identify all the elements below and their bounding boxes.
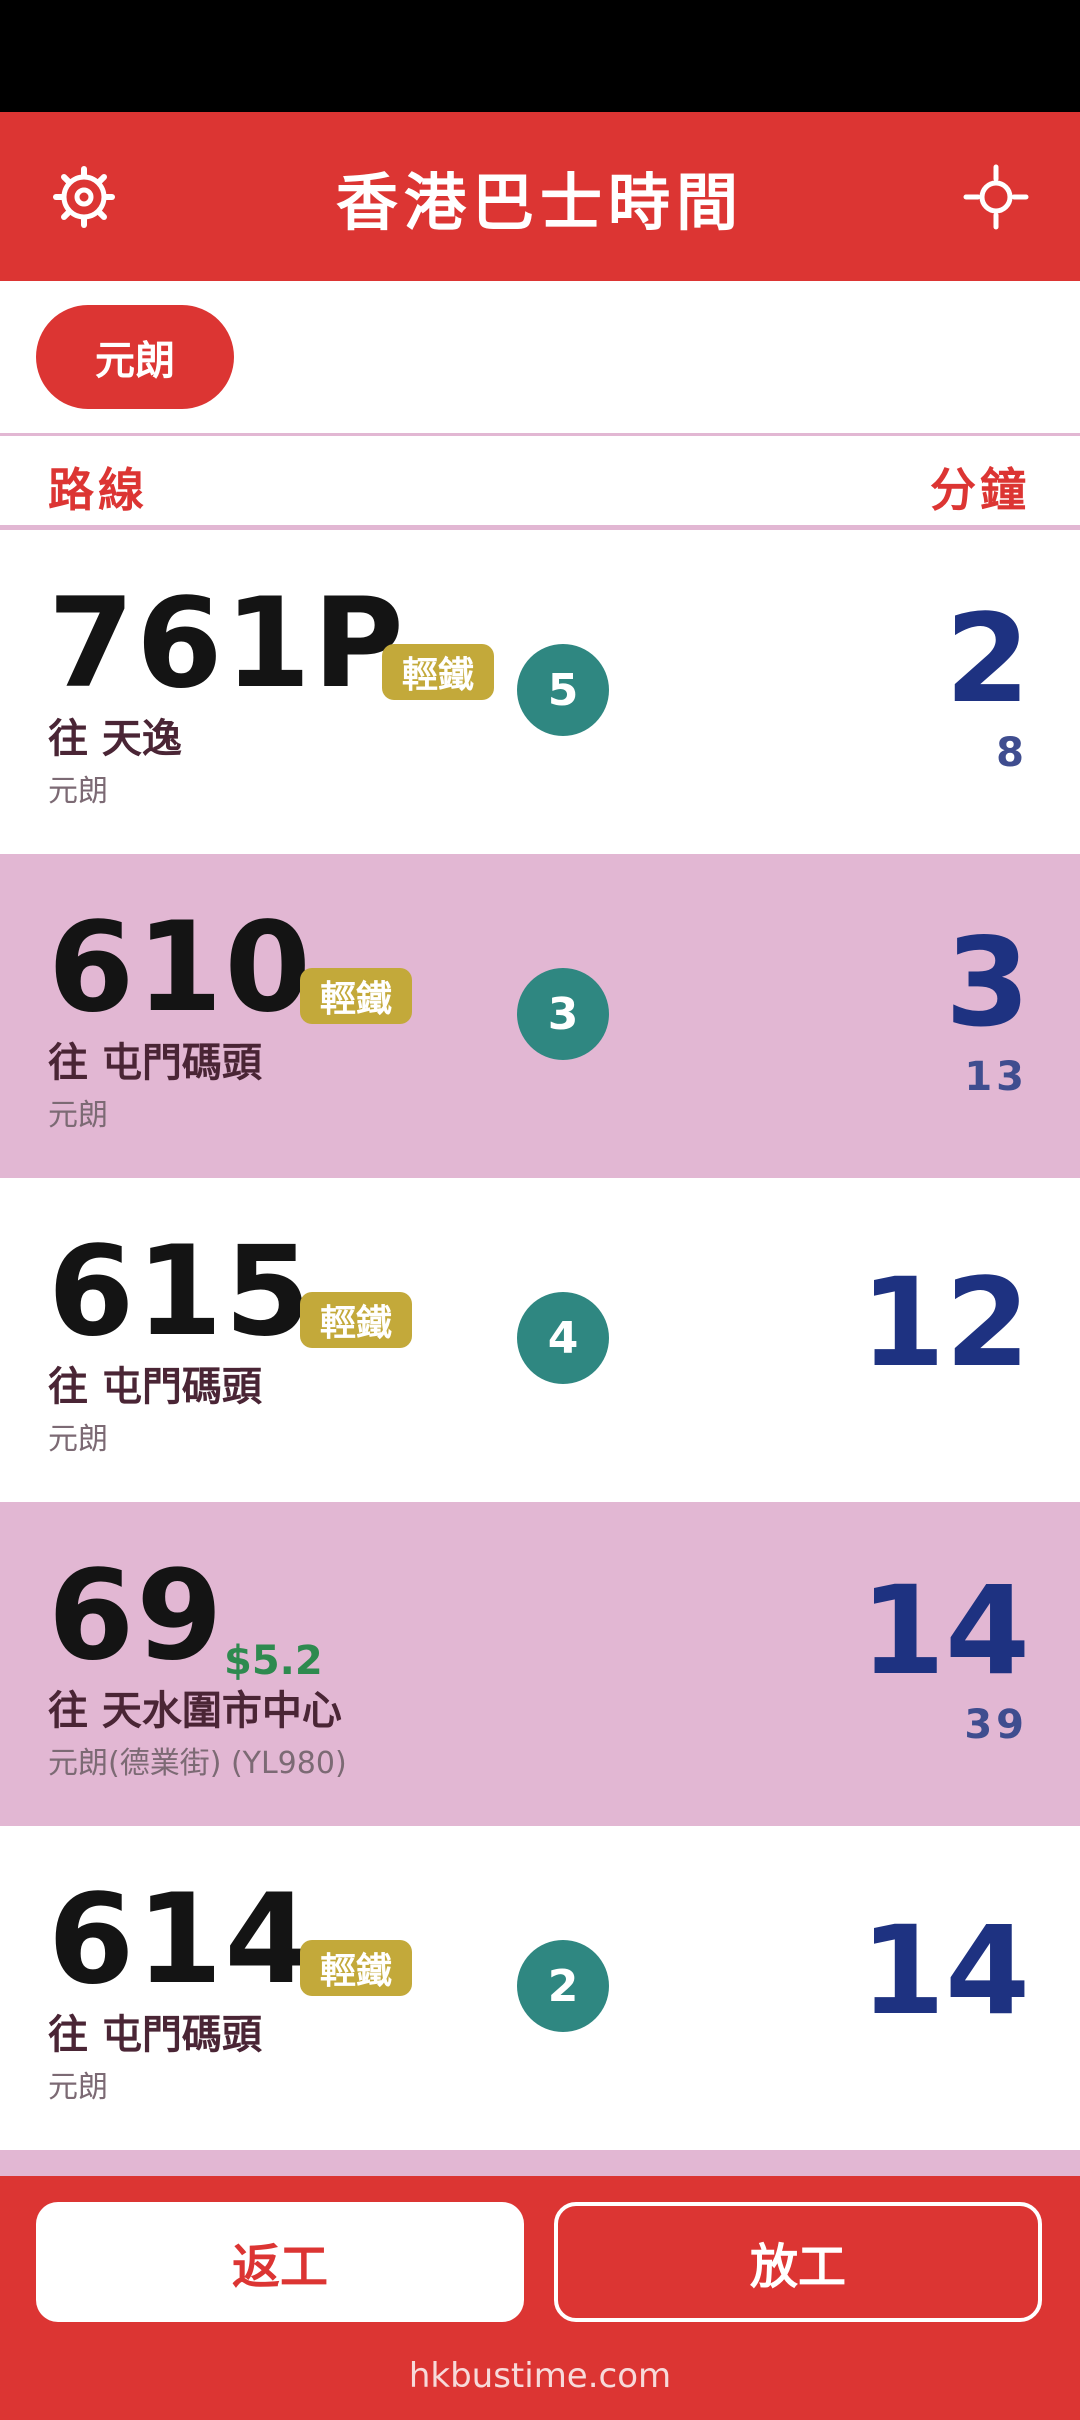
eta-row[interactable]: 69 $5.2 往 天水圍市中心 元朗(德業街) (YL980) 14 39: [0, 1502, 1080, 1826]
light-rail-badge: 輕鐵: [382, 644, 495, 700]
stop-name: 元朗: [48, 1098, 108, 1133]
eta-minutes: 12: [860, 1252, 1030, 1394]
filter-chip-yuen-long[interactable]: 元朗: [36, 305, 234, 409]
commute-home-button[interactable]: 放工: [554, 2202, 1042, 2322]
eta-row[interactable]: 761P 輕鐵 5 往 天逸 元朗 2 8: [0, 530, 1080, 854]
eta-minutes: 14: [860, 1900, 1030, 2042]
route-number: 610: [48, 896, 313, 1040]
route-number: 614: [48, 1868, 313, 2012]
column-header: 路線 分鐘: [0, 436, 1080, 528]
stop-count-badge: 3: [517, 968, 609, 1060]
bottom-bar: 返工 放工 hkbustime.com: [0, 2176, 1080, 2420]
eta-list: 761P 輕鐵 5 往 天逸 元朗 2 8 610 輕鐵 3 往 屯門碼頭 元朗…: [0, 530, 1080, 2178]
next-eta-minutes: 13: [964, 1054, 1028, 1100]
destination: 往 屯門碼頭: [48, 2012, 262, 2058]
stop-name: 元朗: [48, 2070, 108, 2105]
next-eta-minutes: 8: [996, 730, 1028, 776]
app-header: 香港巴士時間: [0, 112, 1080, 281]
stop-name: 元朗: [48, 1422, 108, 1457]
settings-gear-icon[interactable]: [44, 157, 124, 237]
website-link[interactable]: hkbustime.com: [0, 2356, 1080, 2396]
locate-crosshair-icon[interactable]: [956, 157, 1036, 237]
eta-row[interactable]: 610 輕鐵 3 往 屯門碼頭 元朗 3 13: [0, 854, 1080, 1178]
stop-name: 元朗: [48, 774, 108, 809]
destination: 往 天水圍市中心: [48, 1688, 342, 1734]
eta-minutes: 3: [945, 912, 1030, 1054]
filter-chip-row: 元朗: [0, 281, 1080, 434]
eta-minutes: 2: [945, 588, 1030, 730]
light-rail-badge: 輕鐵: [300, 1292, 413, 1348]
stop-count-badge: 2: [517, 1940, 609, 2032]
destination: 往 天逸: [48, 716, 182, 762]
commute-to-work-button[interactable]: 返工: [36, 2202, 524, 2322]
status-bar: [0, 0, 1080, 112]
app-title: 香港巴士時間: [335, 165, 744, 239]
light-rail-badge: 輕鐵: [300, 968, 413, 1024]
stop-count-badge: 5: [517, 644, 609, 736]
next-eta-minutes: 39: [964, 1702, 1028, 1748]
eta-row[interactable]: 615 輕鐵 4 往 屯門碼頭 元朗 12: [0, 1178, 1080, 1502]
eta-row[interactable]: 614 輕鐵 2 往 屯門碼頭 元朗 14: [0, 1826, 1080, 2150]
eta-minutes: 14: [860, 1560, 1030, 1702]
stop-name: 元朗(德業街) (YL980): [48, 1746, 347, 1781]
destination: 往 屯門碼頭: [48, 1364, 262, 1410]
destination: 往 屯門碼頭: [48, 1040, 262, 1086]
minutes-column-label: 分鐘: [930, 463, 1030, 517]
route-number: 69: [48, 1544, 225, 1688]
stop-count-badge: 4: [517, 1292, 609, 1384]
route-column-label: 路線: [48, 463, 148, 517]
light-rail-badge: 輕鐵: [300, 1940, 413, 1996]
eta-row-partial[interactable]: [0, 2150, 1080, 2178]
route-number: 615: [48, 1220, 313, 1364]
route-number: 761P: [48, 572, 406, 716]
